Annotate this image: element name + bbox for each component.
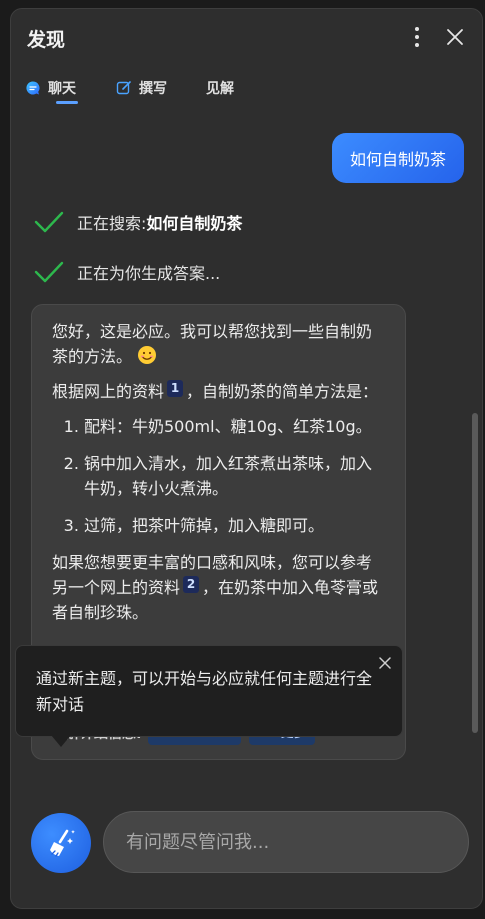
- new-topic-tooltip: 通过新主题，可以开始与必应就任何主题进行全新对话: [15, 645, 403, 737]
- broom-icon: [50, 829, 75, 857]
- tab-chat-label: 聊天: [48, 81, 76, 97]
- tab-compose[interactable]: 撰写: [116, 73, 167, 103]
- tooltip-arrow: [51, 735, 71, 747]
- new-topic-button[interactable]: [31, 813, 91, 873]
- answer-intro-tail: ，自制奶茶的简单方法是：: [186, 382, 379, 401]
- tab-compose-label: 撰写: [139, 81, 167, 97]
- answer-greeting: 您好，这是必应。我可以帮您找到一些自制奶茶的方法。: [52, 319, 385, 369]
- more-options-icon[interactable]: [405, 23, 429, 53]
- status-searching-prefix: 正在搜索:: [77, 214, 147, 233]
- answer-intro: 根据网上的资料 1 ，自制奶茶的简单方法是：: [52, 379, 385, 404]
- smiling-face-emoji-icon: [138, 346, 157, 364]
- answer-step: 过筛，把茶叶筛掉，加入糖即可。: [84, 513, 385, 538]
- tooltip-text: 通过新主题，可以开始与必应就任何主题进行全新对话: [36, 669, 373, 714]
- close-icon[interactable]: [443, 25, 467, 49]
- answer-steps: 配料：牛奶500ml、糖10g、红茶10g。 锅中加入清水，加入红茶煮出茶味，加…: [52, 414, 385, 538]
- answer-step: 锅中加入清水，加入红茶煮出茶味，加入牛奶，转小火煮沸。: [84, 451, 385, 501]
- answer-outro: 如果您想要更丰富的口感和风味，您可以参考另一个网上的资料 2 ，在奶茶中加入龟苓膏或…: [52, 550, 385, 625]
- user-message-bubble: 如何自制奶茶: [331, 133, 464, 183]
- composer-bar: [11, 801, 482, 908]
- tab-insights-label: 见解: [206, 81, 234, 97]
- answer-greeting-text: 您好，这是必应。我可以帮您找到一些自制奶茶的方法。: [52, 322, 373, 366]
- title-bar: 发现: [11, 9, 482, 67]
- citation-badge[interactable]: 1: [167, 380, 184, 397]
- tooltip-close-icon[interactable]: [378, 656, 392, 670]
- status-searching: 正在搜索: 如何自制奶茶: [33, 207, 242, 237]
- ask-input[interactable]: [103, 811, 469, 873]
- scrollbar-thumb[interactable]: [472, 413, 478, 733]
- chat-bubble-icon: [25, 80, 41, 96]
- tab-chat[interactable]: 聊天: [25, 73, 76, 103]
- checkmark-icon: [34, 261, 64, 283]
- citation-badge[interactable]: 2: [183, 576, 200, 593]
- checkmark-icon: [34, 211, 64, 233]
- status-searching-query: 如何自制奶茶: [146, 214, 243, 233]
- status-generating-text: 正在为你生成答案...: [77, 264, 221, 283]
- answer-intro-text: 根据网上的资料: [52, 382, 165, 401]
- panel-title: 发现: [27, 29, 66, 51]
- tab-insights[interactable]: 见解: [206, 73, 234, 103]
- answer-step: 配料：牛奶500ml、糖10g、红茶10g。: [84, 414, 385, 439]
- discover-panel: 发现 聊天 撰写 见解 如何自制奶茶 正在搜索: 如何自制奶茶 正在为你生成答案…: [10, 8, 483, 909]
- compose-pen-icon: [116, 80, 132, 96]
- active-tab-indicator: [56, 101, 78, 104]
- status-generating: 正在为你生成答案...: [33, 257, 220, 287]
- tab-bar: 聊天 撰写 见解: [11, 67, 482, 111]
